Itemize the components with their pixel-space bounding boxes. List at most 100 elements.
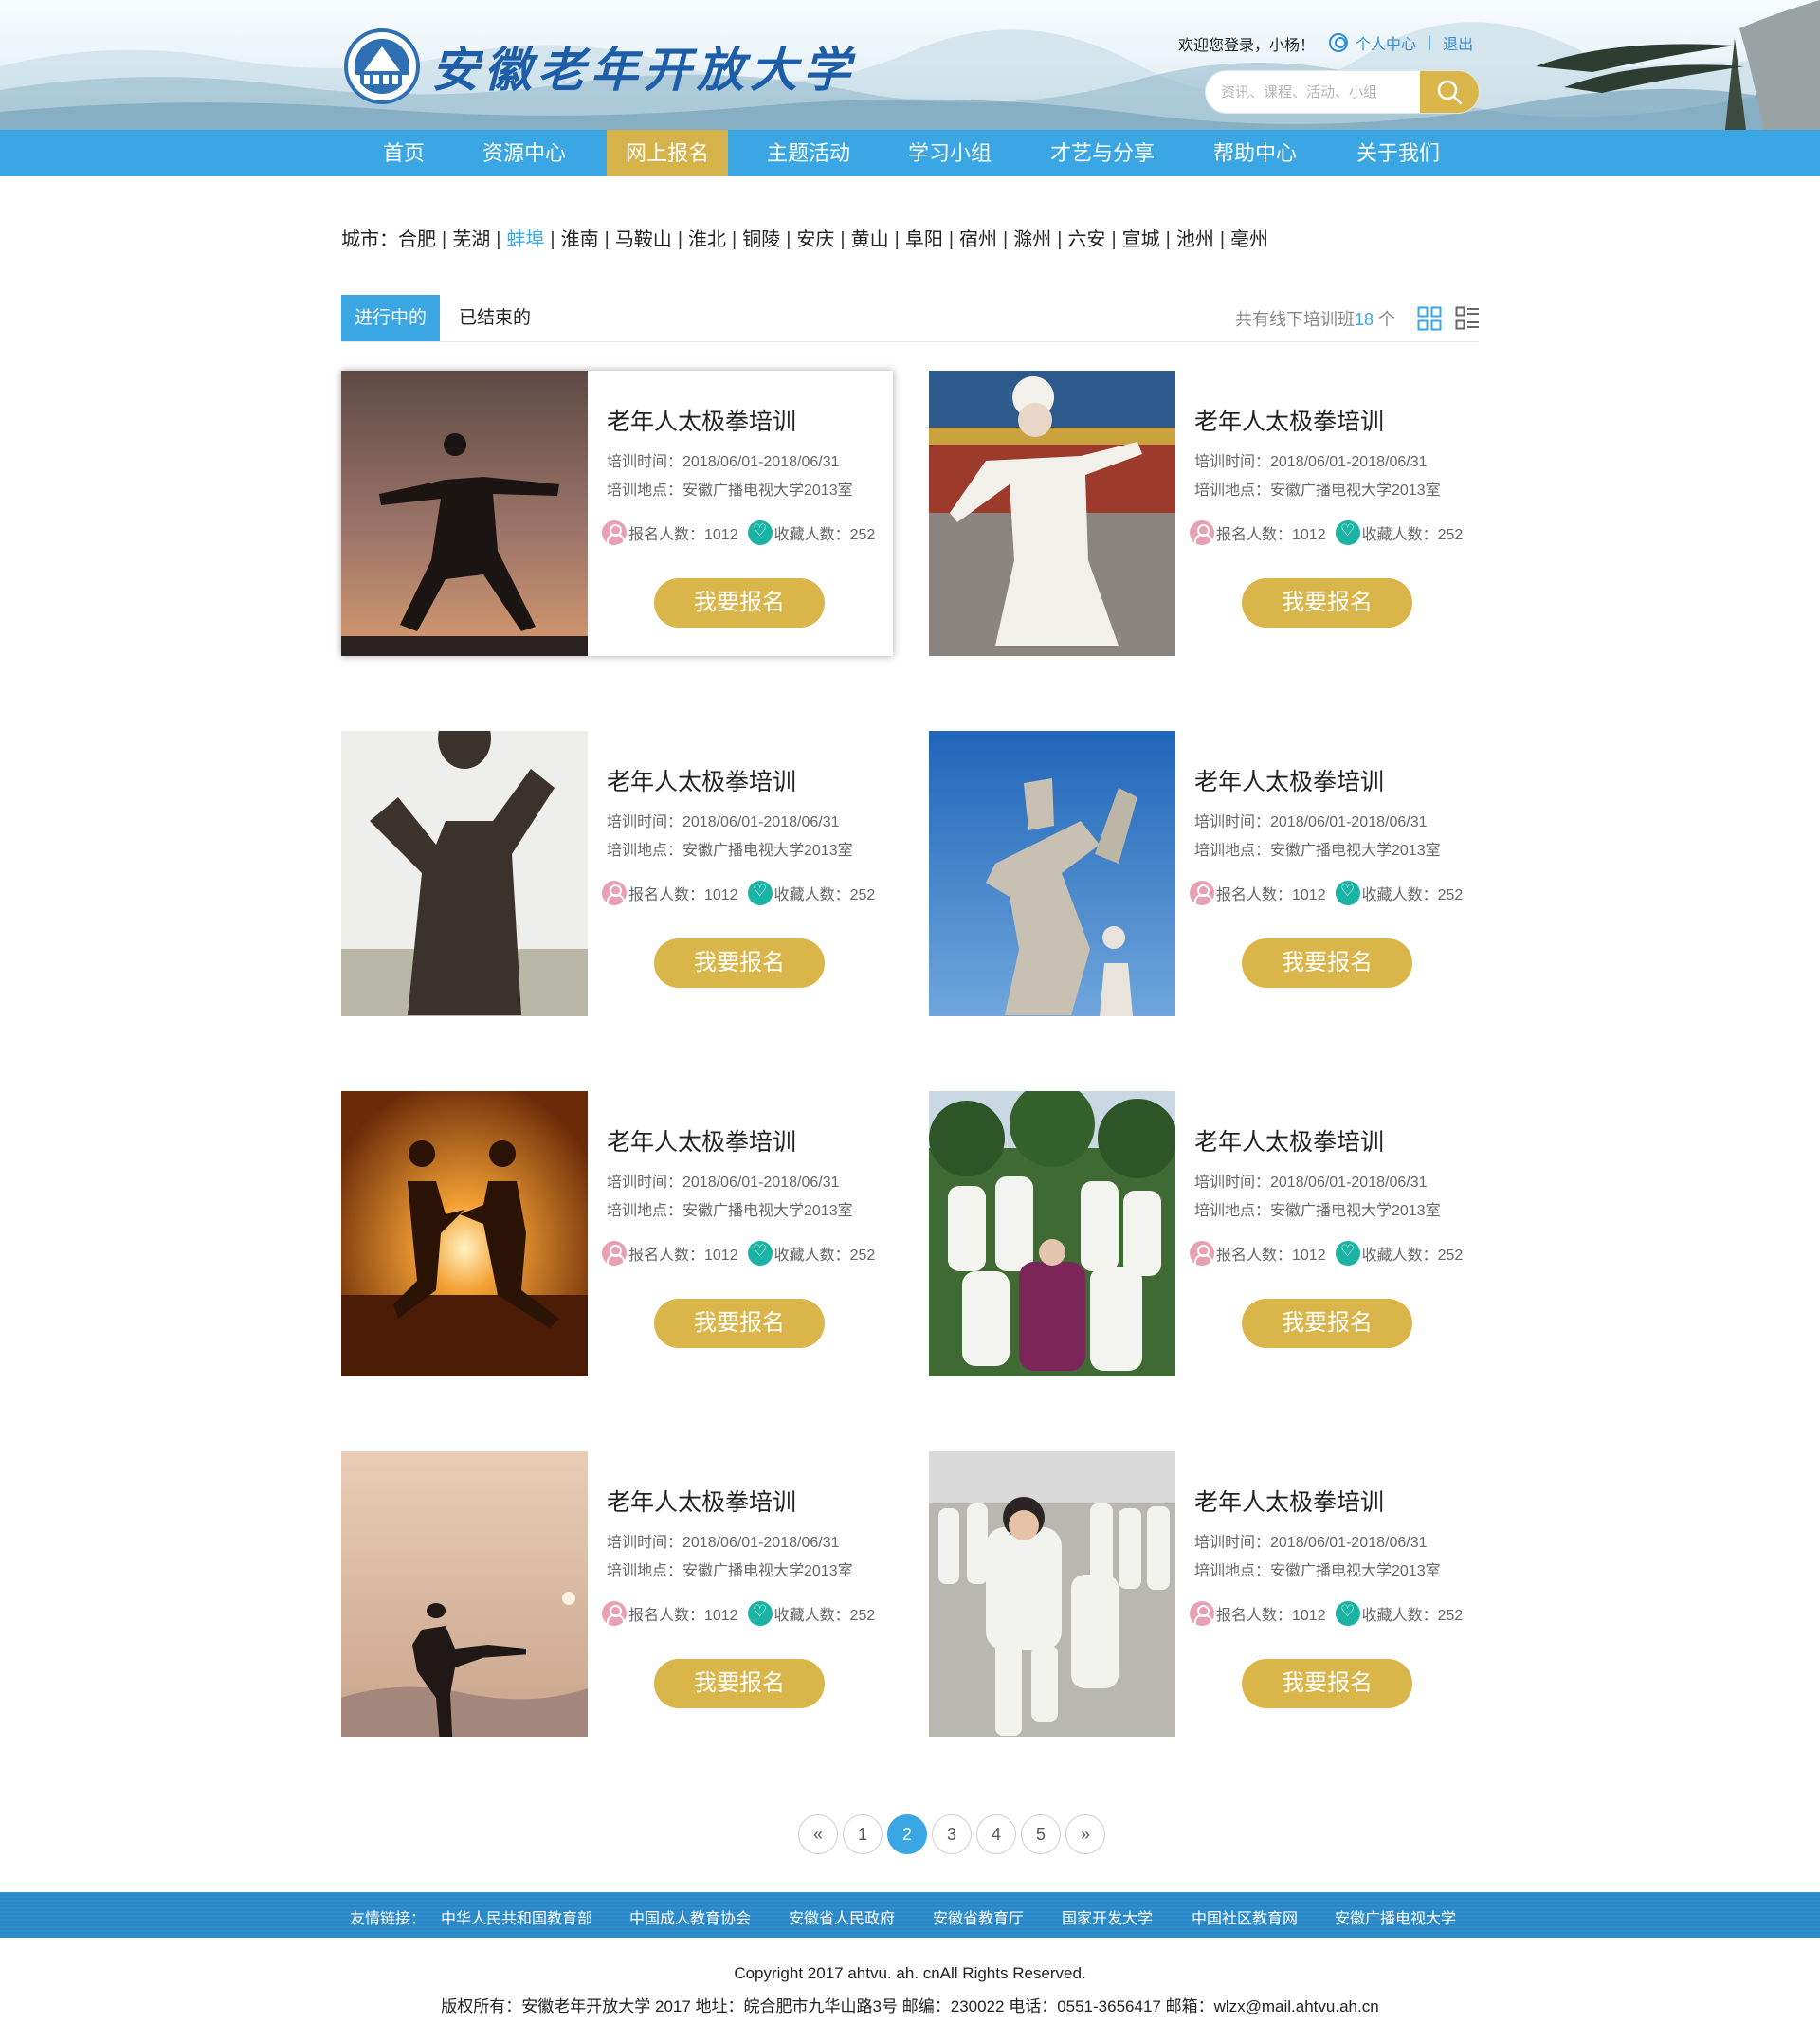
course-title[interactable]: 老年人太极拳培训 [607, 1123, 796, 1157]
course-card[interactable]: 老年人太极拳培训 培训时间：2018/06/01-2018/06/31 培训地点… [929, 371, 1481, 656]
page-4-button[interactable]: 4 [976, 1814, 1016, 1854]
enroll-button[interactable]: 我要报名 [654, 1659, 825, 1708]
tab-ongoing[interactable]: 进行中的 [341, 295, 440, 341]
search-box [1206, 71, 1479, 113]
course-card[interactable]: 老年人太极拳培训 培训时间：2018/06/01-2018/06/31 培训地点… [341, 731, 893, 1016]
friend-link-moe[interactable]: 中华人民共和国教育部 [441, 1905, 592, 1928]
course-title[interactable]: 老年人太极拳培训 [1194, 1123, 1384, 1157]
search-button[interactable] [1420, 71, 1479, 113]
nav-theme-activities[interactable]: 主题活动 [751, 130, 866, 176]
city-luan[interactable]: 六安 [1067, 229, 1105, 250]
course-card[interactable]: 老年人太极拳培训 培训时间：2018/06/01-2018/06/31 培训地点… [929, 1451, 1481, 1737]
course-title[interactable]: 老年人太极拳培训 [607, 403, 796, 437]
prev-page-button[interactable]: « [798, 1814, 838, 1854]
heart-icon [747, 881, 773, 905]
nav-talent-sharing[interactable]: 才艺与分享 [1035, 130, 1170, 176]
course-title[interactable]: 老年人太极拳培训 [1194, 763, 1384, 797]
course-card[interactable]: 老年人太极拳培训 培训时间：2018/06/01-2018/06/31 培训地点… [929, 1091, 1481, 1376]
course-count: 共有线下培训班18 个 [1234, 310, 1395, 329]
course-title[interactable]: 老年人太极拳培训 [1194, 403, 1384, 437]
favorite-count: 收藏人数：252 [774, 1608, 876, 1624]
city-tongling[interactable]: 铜陵 [742, 229, 780, 250]
grid-view-icon[interactable] [1417, 306, 1442, 331]
city-chuzhou[interactable]: 滁州 [1013, 229, 1051, 250]
university-logo[interactable] [344, 28, 420, 104]
city-chizhou[interactable]: 池州 [1176, 229, 1214, 250]
enroll-button[interactable]: 我要报名 [1242, 1299, 1412, 1348]
people-icon [1190, 520, 1214, 545]
friend-links-label: 友情链接： [350, 1911, 427, 1927]
favorite-count: 收藏人数：252 [774, 887, 876, 903]
city-bozhou[interactable]: 亳州 [1230, 229, 1268, 250]
tab-ended[interactable]: 已结束的 [451, 295, 546, 341]
city-huainan[interactable]: 淮南 [561, 229, 599, 250]
nav-study-groups[interactable]: 学习小组 [891, 130, 1009, 176]
city-fuyang[interactable]: 阜阳 [905, 229, 943, 250]
course-photo[interactable] [929, 371, 1175, 656]
nav-about-us[interactable]: 关于我们 [1340, 130, 1456, 176]
heart-icon [747, 1601, 773, 1626]
page-2-button[interactable]: 2 [887, 1814, 927, 1854]
city-huangshan[interactable]: 黄山 [851, 229, 889, 250]
course-stats: 报名人数：1012 收藏人数：252 [1190, 1601, 1463, 1626]
enroll-count: 报名人数：1012 [628, 1248, 738, 1264]
people-icon [602, 1601, 627, 1626]
friend-link-ah-edu[interactable]: 安徽省教育厅 [933, 1905, 1024, 1928]
course-photo[interactable] [341, 371, 588, 656]
nav-resources[interactable]: 资源中心 [468, 130, 580, 176]
page-3-button[interactable]: 3 [932, 1814, 972, 1854]
friend-link-community-edu[interactable]: 中国社区教育网 [1192, 1905, 1298, 1928]
enroll-button[interactable]: 我要报名 [1242, 1659, 1412, 1708]
course-photo[interactable] [929, 731, 1175, 1016]
favorite-count: 收藏人数：252 [774, 1248, 876, 1264]
course-place: 培训地点：安徽广播电视大学2013室 [1194, 1203, 1441, 1219]
enroll-button[interactable]: 我要报名 [654, 578, 825, 628]
course-card[interactable]: 老年人太极拳培训 培训时间：2018/06/01-2018/06/31 培训地点… [341, 371, 893, 656]
course-card[interactable]: 老年人太极拳培训 培训时间：2018/06/01-2018/06/31 培训地点… [341, 1451, 893, 1737]
course-card[interactable]: 老年人太极拳培训 培训时间：2018/06/01-2018/06/31 培训地点… [341, 1091, 893, 1376]
course-stats: 报名人数：1012 收藏人数：252 [1190, 881, 1463, 905]
enroll-count: 报名人数：1012 [628, 887, 738, 903]
nav-help-center[interactable]: 帮助中心 [1198, 130, 1312, 176]
city-hefei[interactable]: 合肥 [398, 229, 436, 250]
city-suzhou[interactable]: 宿州 [959, 229, 997, 250]
course-photo[interactable] [341, 1091, 588, 1376]
nav-home[interactable]: 首页 [364, 130, 444, 176]
course-card[interactable]: 老年人太极拳培训 培训时间：2018/06/01-2018/06/31 培训地点… [929, 731, 1481, 1016]
course-photo[interactable] [929, 1091, 1175, 1376]
course-photo[interactable] [341, 1451, 588, 1737]
people-icon [602, 881, 627, 905]
list-view-icon[interactable] [1455, 306, 1480, 331]
search-input[interactable] [1206, 71, 1420, 113]
friend-link-ouchn[interactable]: 国家开发大学 [1062, 1905, 1153, 1928]
city-huaibei[interactable]: 淮北 [688, 229, 726, 250]
course-title[interactable]: 老年人太极拳培训 [607, 763, 796, 797]
friend-link-ah-gov[interactable]: 安徽省人民政府 [789, 1905, 895, 1928]
page-1-button[interactable]: 1 [843, 1814, 883, 1854]
next-page-button[interactable]: » [1065, 1814, 1105, 1854]
enroll-button[interactable]: 我要报名 [1242, 578, 1412, 628]
city-maanshan[interactable]: 马鞍山 [615, 229, 672, 250]
people-icon [602, 520, 627, 545]
city-xuancheng[interactable]: 宣城 [1122, 229, 1160, 250]
personal-center-link[interactable]: 个人中心 [1356, 31, 1416, 54]
enroll-button[interactable]: 我要报名 [654, 1299, 825, 1348]
logout-link[interactable]: 退出 [1443, 31, 1473, 54]
nav-online-registration[interactable]: 网上报名 [607, 130, 728, 176]
city-wuhu[interactable]: 芜湖 [452, 229, 490, 250]
friend-link-ahtvu[interactable]: 安徽广播电视大学 [1335, 1905, 1456, 1928]
friend-links-bar: 友情链接： 中华人民共和国教育部 中国成人教育协会 安徽省人民政府 安徽省教育厅… [0, 1892, 1820, 1938]
city-anqing[interactable]: 安庆 [796, 229, 834, 250]
course-photo[interactable] [929, 1451, 1175, 1737]
enroll-button[interactable]: 我要报名 [654, 938, 825, 988]
friend-link-caea[interactable]: 中国成人教育协会 [629, 1905, 751, 1928]
course-title[interactable]: 老年人太极拳培训 [1194, 1484, 1384, 1518]
enroll-button[interactable]: 我要报名 [1242, 938, 1412, 988]
course-title[interactable]: 老年人太极拳培训 [607, 1484, 796, 1518]
course-photo[interactable] [341, 731, 588, 1016]
city-bengbu[interactable]: 蚌埠 [506, 229, 544, 250]
heart-icon [1335, 1601, 1360, 1626]
header-scenery [0, 0, 1820, 130]
course-place: 培训地点：安徽广播电视大学2013室 [607, 1203, 853, 1219]
page-5-button[interactable]: 5 [1021, 1814, 1061, 1854]
